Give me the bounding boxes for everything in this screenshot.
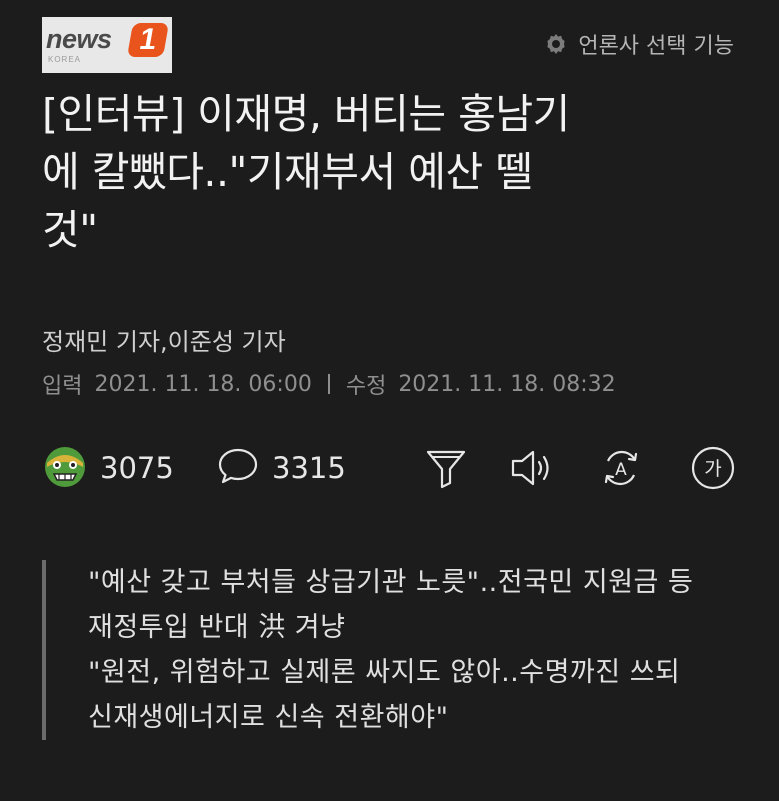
font-size-glyph: 가 (704, 458, 721, 480)
title-line: 에 칼뺐다.."기재부서 예산 뗄 (42, 148, 533, 196)
translate-icon[interactable]: A (598, 445, 644, 491)
date-divider (327, 374, 330, 394)
logo-wordmark: news (46, 24, 112, 54)
font-size-icon[interactable]: 가 (690, 445, 736, 491)
title-line: 것" (42, 206, 98, 254)
modified-date: 2021. 11. 18. 08:32 (398, 371, 616, 397)
reaction-button[interactable]: 3075 (42, 440, 174, 496)
summary-line: "원전, 위험하고 실제론 싸지도 않아..수명까진 쓰되 신재생에너지로 신속… (88, 657, 681, 733)
article-title: [인터뷰] 이재명, 버티는 홍남기 에 칼뺐다.."기재부서 예산 뗄 것" (42, 85, 742, 259)
logo-badge: 1 (127, 23, 169, 57)
published-label: 입력 (42, 374, 83, 399)
comment-icon (216, 444, 260, 492)
published-date: 2021. 11. 18. 06:00 (94, 371, 312, 397)
reporter-names[interactable]: 정재민 기자,이준성 기자 (42, 322, 286, 357)
logo-subtext: KOREA (48, 55, 82, 64)
press-select-label: 언론사 선택 기능 (578, 34, 734, 59)
comment-button[interactable]: 3315 (216, 440, 346, 496)
article-dates: 입력 2021. 11. 18. 06:00 수정 2021. 11. 18. … (42, 368, 616, 400)
audio-speaker-icon[interactable] (509, 445, 555, 491)
reaction-count: 3075 (100, 451, 174, 485)
gear-icon (544, 32, 568, 56)
summary-filter-icon[interactable] (423, 445, 469, 491)
press-select-button[interactable]: 언론사 선택 기능 (544, 27, 734, 61)
modified-label: 수정 (345, 374, 387, 399)
article-summary: "예산 갖고 부처들 상급기관 노릇"..전국민 지원금 등 재정투입 반대 洪… (42, 560, 779, 740)
comment-count: 3315 (272, 451, 346, 485)
news1-logo[interactable]: news 1 KOREA (42, 17, 172, 73)
article-toolbar: 3075 3315 A 가 (42, 440, 737, 496)
translate-glyph: A (615, 460, 627, 480)
title-line: [인터뷰] 이재명, 버티는 홍남기 (42, 90, 570, 138)
reaction-emoji-icon (42, 443, 88, 493)
summary-line: "예산 갖고 부처들 상급기관 노릇"..전국민 지원금 등 재정투입 반대 洪… (88, 567, 694, 643)
